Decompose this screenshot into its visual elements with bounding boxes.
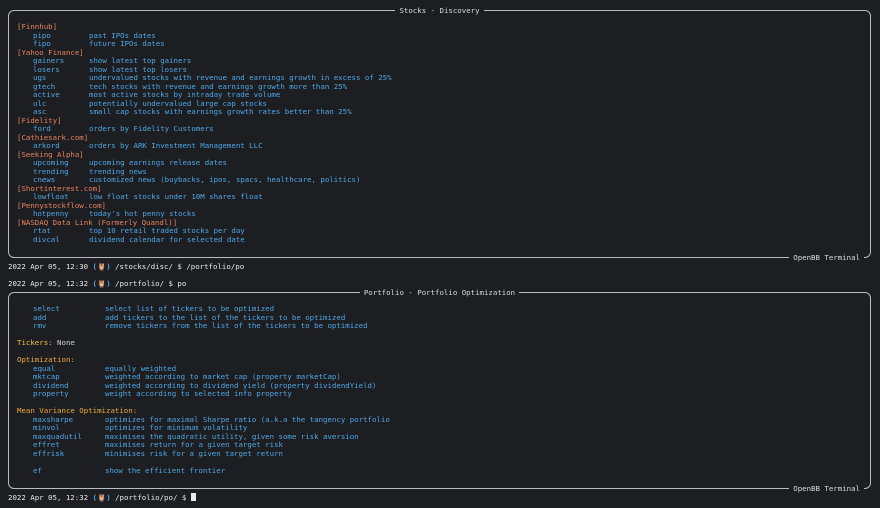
command-description: minimises risk for a given target return (105, 448, 283, 458)
prompt-input: /portfolio/po (186, 262, 245, 271)
menu-item-lowfloat[interactable]: lowfloat low float stocks under 10M share… (17, 192, 862, 202)
menu-item-arkord[interactable]: arkord orders by ARK Investment Managemen… (17, 141, 862, 151)
prompt-time: 2022 Apr 05, 12:30 (8, 262, 89, 271)
discovery-panel-footer: OpenBB Terminal (789, 253, 864, 262)
discovery-menu: [Finnhub] pipo past IPOs dates fipo future I… (17, 22, 862, 245)
menu-item-divcal[interactable]: divcal dividend calendar for selected dat… (17, 234, 862, 245)
portfolio-panel-title: Portfolio - Portfolio Optimization (9, 288, 870, 297)
command-name: property (33, 389, 69, 398)
tickers-line: Tickers: None (17, 338, 862, 348)
discovery-panel-title: Stocks - Discovery (9, 6, 870, 15)
prompt-time: 2022 Apr 05, 12:32 (8, 279, 89, 288)
prompt-line-3[interactable]: 2022 Apr 05, 12:32 (🦉) /portfolio/po/ $ (8, 493, 196, 502)
command-description: future IPOs dates (89, 39, 165, 48)
command-description: orders by Fidelity Customers (89, 124, 214, 133)
owl-icon: (🦉) (92, 262, 111, 271)
owl-icon: (🦉) (92, 493, 111, 502)
menu-item-property[interactable]: property weight according to selected inf… (17, 389, 862, 399)
command-description: weight according to selected info proper… (105, 389, 292, 398)
tickers-label: Tickers: (17, 338, 53, 347)
menu-item-cnews[interactable]: cnews customized news (buybacks, ipos, sp… (17, 175, 862, 185)
command-name: effrisk (33, 448, 65, 458)
command-name: divcal (33, 234, 60, 244)
prompt-line-2: 2022 Apr 05, 12:32 (🦉) /portfolio/ $ po (8, 279, 186, 288)
command-name: ef (33, 465, 42, 475)
portfolio-panel-footer: OpenBB Terminal (789, 484, 864, 493)
portfolio-menu: select select list of tickers to be optim… (17, 304, 862, 476)
discovery-panel: Stocks - Discovery [Finnhub] pipo past IPO… (8, 6, 871, 262)
command-description: small cap stocks with earnings growth ra… (89, 107, 352, 116)
menu-item-ford[interactable]: ford orders by Fidelity Customers (17, 124, 862, 134)
command-description: dividend calendar for selected date (89, 234, 245, 244)
text-cursor (190, 493, 196, 501)
prompt-path: /stocks/disc/ $ (110, 262, 187, 271)
command-description: remove tickers from the list of the tick… (105, 321, 368, 330)
tickers-value: None (52, 338, 75, 347)
command-name: rmv (33, 321, 47, 330)
menu-item-rmv[interactable]: rmv remove tickers from the list of the t… (17, 321, 862, 331)
portfolio-panel: Portfolio - Portfolio Optimization selec… (8, 288, 871, 493)
prompt-line-1: 2022 Apr 05, 12:30 (🦉) /stocks/disc/ $ /… (8, 262, 244, 271)
command-description: show the efficient frontier (105, 465, 226, 475)
menu-item-asc[interactable]: asc small cap stocks with earnings growth… (17, 107, 862, 117)
command-description: customized news (buybacks, ipos, spacs, … (89, 175, 361, 184)
prompt-path: /portfolio/po/ $ (110, 493, 191, 502)
prompt-time: 2022 Apr 05, 12:32 (8, 493, 89, 502)
prompt-input: po (177, 279, 187, 288)
command-description: today's hot penny stocks (89, 209, 196, 218)
menu-item-fipo[interactable]: fipo future IPOs dates (17, 39, 862, 49)
owl-icon: (🦉) (92, 279, 111, 288)
command-description: low float stocks under 10M shares float (89, 192, 263, 201)
menu-item-ef[interactable]: ef show the efficient frontier (17, 465, 862, 476)
prompt-path: /portfolio/ $ (110, 279, 178, 288)
command-description: orders by ARK Investment Management LLC (89, 141, 263, 150)
menu-item-effrisk[interactable]: effrisk minimises risk for a given target… (17, 448, 862, 459)
